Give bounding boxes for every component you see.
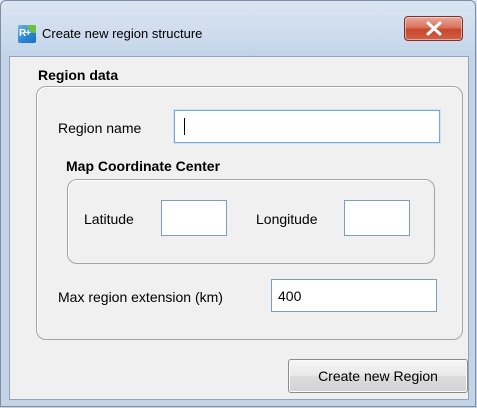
close-icon [426,21,442,36]
longitude-input[interactable] [344,200,410,236]
create-new-region-button[interactable]: Create new Region [288,359,468,393]
latitude-label: Latitude [84,211,134,227]
close-button[interactable] [404,16,463,41]
latitude-input[interactable] [161,200,227,236]
region-name-label: Region name [58,120,142,136]
window-title: Create new region structure [42,26,203,41]
region-data-group: Region name Map Coordinate Center Latitu… [36,86,463,340]
region-name-input[interactable] [174,110,440,143]
map-coordinate-center-group: Latitude Longitude [67,179,435,264]
dialog-content: Region data Region name Map Coordinate C… [9,56,469,400]
map-coordinate-center-heading: Map Coordinate Center [66,158,221,174]
dialog-window: R+ Create new region structure Region da… [0,0,477,408]
rplus-app-icon: R+ [18,25,36,43]
max-region-extension-label: Max region extension (km) [58,289,223,305]
text-caret [184,118,185,135]
longitude-label: Longitude [256,211,318,227]
region-data-heading: Region data [38,67,119,83]
max-region-extension-input[interactable] [271,279,437,312]
title-bar[interactable]: R+ Create new region structure [0,0,477,52]
